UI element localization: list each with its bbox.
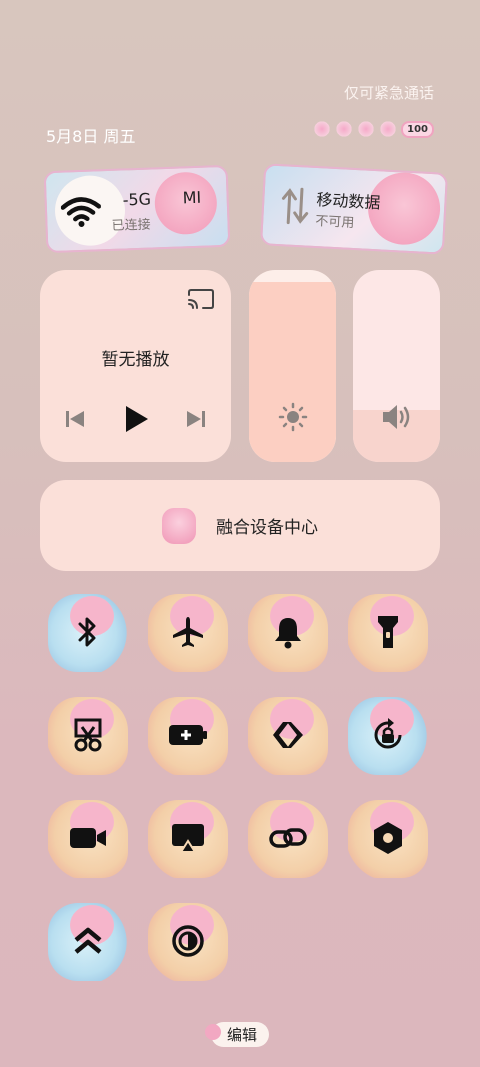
status-icons: 100 bbox=[313, 120, 434, 138]
volume-slider[interactable] bbox=[353, 270, 440, 462]
link-icon bbox=[268, 818, 308, 858]
toggle-bluetooth[interactable] bbox=[40, 588, 140, 691]
fusion-device-center[interactable]: 融合设备中心 bbox=[40, 480, 440, 571]
toggle-link[interactable] bbox=[240, 794, 340, 897]
hexagon-icon bbox=[368, 818, 408, 858]
scissors-icon bbox=[68, 715, 108, 755]
mobile-data-status: 不可用 bbox=[314, 214, 355, 232]
bear-icon bbox=[162, 507, 196, 544]
toggle-developer[interactable] bbox=[240, 691, 340, 794]
wifi-icon bbox=[60, 195, 102, 232]
wifi-ssid-prefix: -5G bbox=[122, 189, 152, 210]
toggle-dark-mode[interactable] bbox=[140, 897, 240, 1000]
toggle-settings[interactable] bbox=[340, 794, 440, 897]
sticker-icon bbox=[313, 120, 332, 138]
brightness-slider[interactable] bbox=[249, 270, 336, 462]
mobile-data-icon bbox=[279, 186, 311, 230]
sticker-icon bbox=[379, 120, 398, 138]
cast-icon[interactable] bbox=[187, 288, 215, 314]
mobile-data-label: 移动数据 bbox=[315, 190, 381, 213]
airplay-icon bbox=[168, 818, 208, 858]
mobile-data-tile[interactable]: 移动数据 不可用 bbox=[259, 163, 449, 255]
battery-indicator: 100 bbox=[401, 120, 434, 138]
wifi-status: 已连接 bbox=[111, 217, 151, 234]
previous-icon[interactable] bbox=[64, 408, 86, 434]
toggle-flashlight[interactable] bbox=[340, 588, 440, 691]
quick-settings-grid bbox=[40, 588, 440, 1000]
fusion-label: 融合设备中心 bbox=[216, 518, 318, 538]
double-chevron-up-icon bbox=[68, 921, 108, 961]
airplane-icon bbox=[168, 612, 208, 652]
toggle-rotation-lock[interactable] bbox=[340, 691, 440, 794]
sticker-icon bbox=[357, 120, 376, 138]
bell-icon bbox=[268, 612, 308, 652]
bluetooth-icon bbox=[68, 612, 108, 652]
toggle-screen-cast[interactable] bbox=[140, 794, 240, 897]
date-label: 5月8日 周五 bbox=[46, 127, 136, 146]
video-icon bbox=[68, 818, 108, 858]
brightness-icon bbox=[278, 402, 308, 436]
star-icon bbox=[335, 120, 354, 138]
volume-icon bbox=[381, 402, 413, 436]
status-emergency: 仅可紧急通话 bbox=[343, 84, 434, 102]
rotation-lock-icon bbox=[368, 715, 408, 755]
play-icon[interactable] bbox=[122, 404, 150, 438]
toggle-airplane[interactable] bbox=[140, 588, 240, 691]
wifi-ssid-suffix: MI bbox=[182, 187, 202, 208]
code-icon bbox=[268, 715, 308, 755]
toggle-screen-record[interactable] bbox=[40, 794, 140, 897]
toggle-screenshot[interactable] bbox=[40, 691, 140, 794]
edit-button[interactable]: 编辑 bbox=[204, 1022, 269, 1047]
media-title: 暂无播放 bbox=[101, 350, 170, 370]
toggle-performance[interactable] bbox=[40, 897, 140, 1000]
battery-plus-icon bbox=[168, 715, 208, 755]
next-icon[interactable] bbox=[185, 408, 207, 434]
flashlight-icon bbox=[368, 612, 408, 652]
contrast-icon bbox=[168, 921, 208, 961]
media-card[interactable]: 暂无播放 bbox=[40, 270, 231, 462]
toggle-battery-saver[interactable] bbox=[140, 691, 240, 794]
wifi-tile[interactable]: -5G MI 已连接 bbox=[43, 164, 231, 254]
toggle-sound[interactable] bbox=[240, 588, 340, 691]
